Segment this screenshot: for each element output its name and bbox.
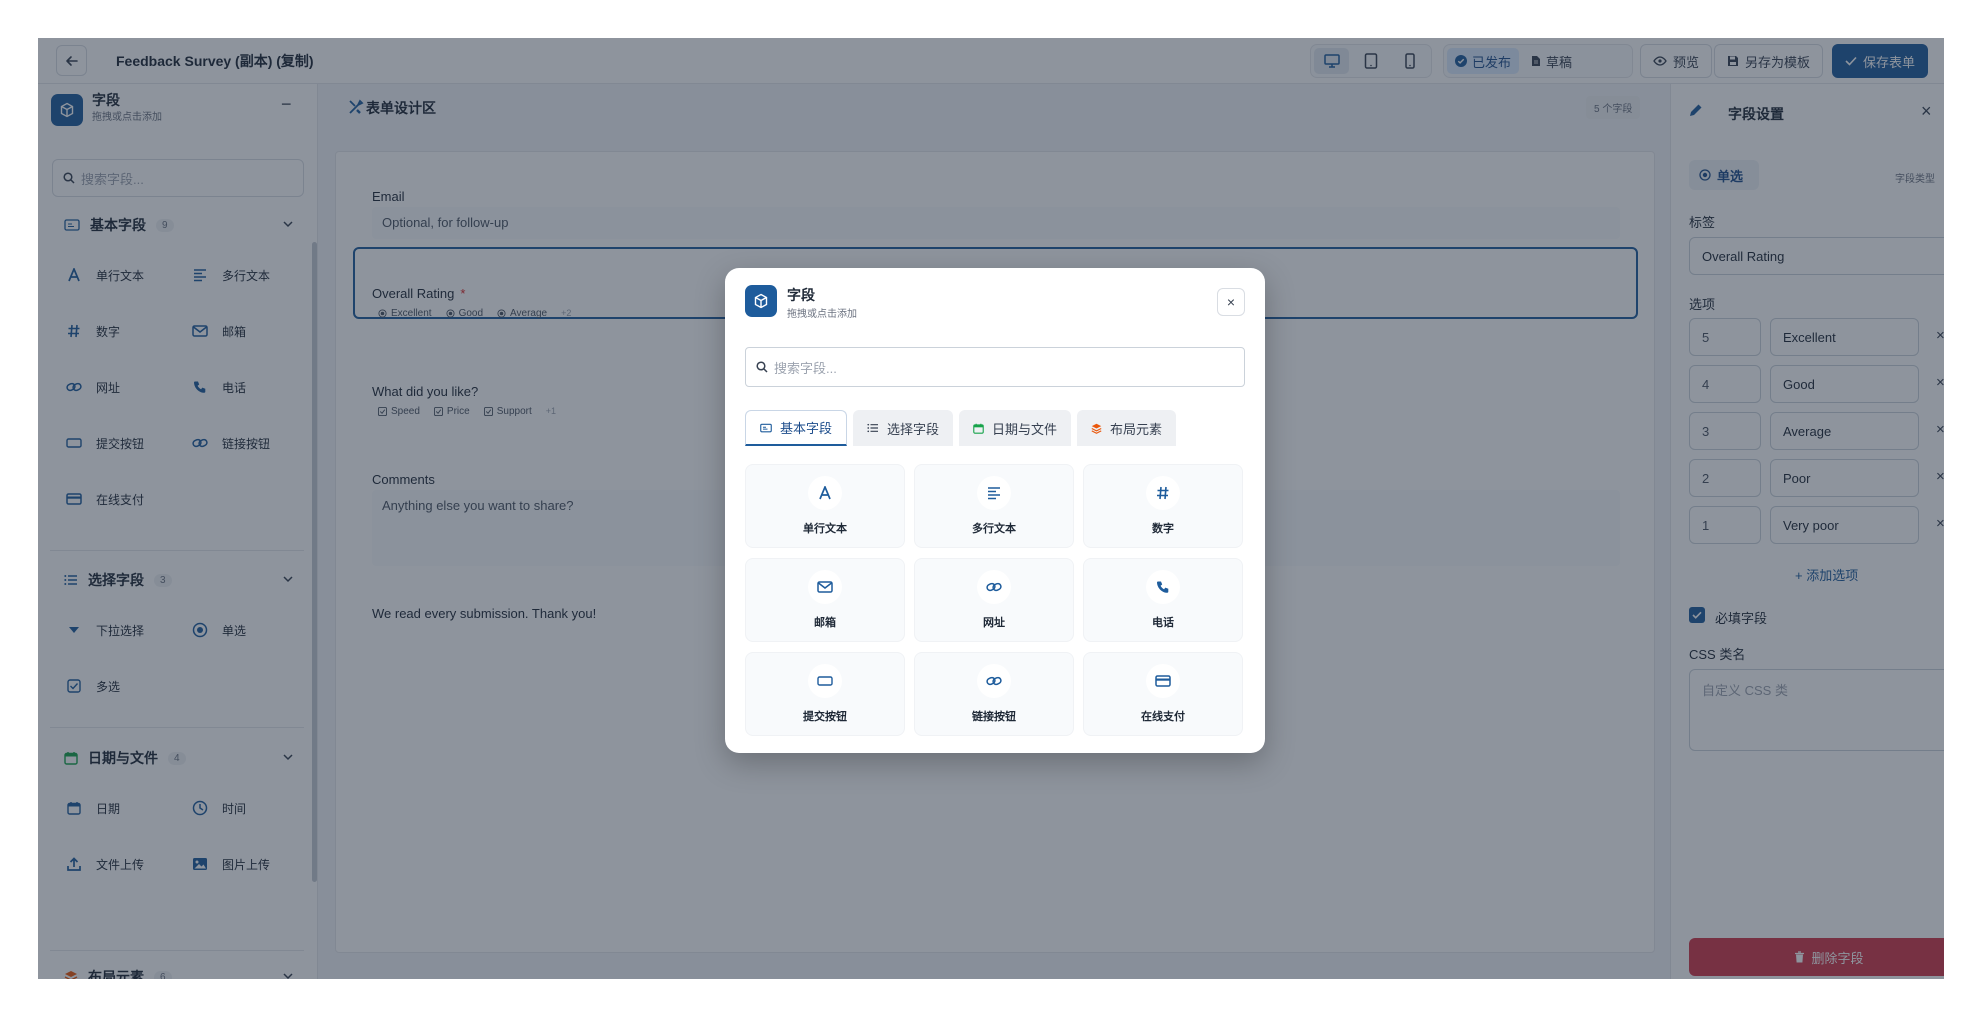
modal-item-label: 数字 <box>1152 523 1174 535</box>
modal-item-number[interactable]: 数字 <box>1083 464 1243 548</box>
tab-label: 布局元素 <box>1110 421 1163 437</box>
search-icon <box>756 361 768 373</box>
modal-field-grid: 单行文本 多行文本 数字 邮箱 网址 电话 提交按钮 链接按钮 在线支付 <box>745 464 1243 736</box>
modal-subtitle: 拖拽或点击添加 <box>787 309 857 320</box>
modal-tabs: 基本字段 选择字段 日期与文件 布局元素 <box>745 410 1177 446</box>
modal-title: 字段 <box>787 287 815 303</box>
id-card-icon <box>760 423 772 432</box>
modal-item-single-line-text[interactable]: 单行文本 <box>745 464 905 548</box>
align-left-icon <box>977 476 1011 510</box>
tab-label: 日期与文件 <box>992 421 1058 437</box>
modal-item-label: 单行文本 <box>803 523 847 535</box>
modal-item-phone[interactable]: 电话 <box>1083 558 1243 642</box>
link-icon <box>977 664 1011 698</box>
tab-layout-elements[interactable]: 布局元素 <box>1077 410 1177 446</box>
modal-item-label: 多行文本 <box>972 523 1016 535</box>
field-picker-modal: 字段 拖拽或点击添加 × 搜索字段... 基本字段 选择字段 日期与文件 布局元… <box>725 268 1265 753</box>
modal-item-label: 提交按钮 <box>803 711 847 723</box>
modal-item-label: 邮箱 <box>814 617 836 629</box>
cube-icon <box>745 285 777 317</box>
tab-label: 基本字段 <box>780 421 833 436</box>
layers-icon <box>1091 423 1102 434</box>
tab-basic-fields[interactable]: 基本字段 <box>745 410 848 446</box>
modal-item-label: 网址 <box>983 617 1005 629</box>
close-modal-button[interactable]: × <box>1217 288 1245 316</box>
modal-item-online-payment[interactable]: 在线支付 <box>1083 652 1243 736</box>
button-icon <box>808 664 842 698</box>
modal-item-submit-button[interactable]: 提交按钮 <box>745 652 905 736</box>
modal-item-email[interactable]: 邮箱 <box>745 558 905 642</box>
modal-search-input[interactable]: 搜索字段... <box>745 347 1245 387</box>
modal-item-label: 链接按钮 <box>972 711 1016 723</box>
tab-label: 选择字段 <box>887 421 940 437</box>
phone-icon <box>1146 570 1180 604</box>
credit-card-icon <box>1146 664 1180 698</box>
link-icon <box>977 570 1011 604</box>
font-a-icon <box>808 476 842 510</box>
modal-search-placeholder: 搜索字段... <box>774 360 837 376</box>
envelope-icon <box>808 570 842 604</box>
list-icon <box>867 423 879 433</box>
tab-choice-fields[interactable]: 选择字段 <box>853 410 954 446</box>
calendar-icon <box>973 423 984 434</box>
form-builder-app: Feedback Survey (副本) (复制) 已发布 草稿 <box>38 38 1944 979</box>
modal-item-url[interactable]: 网址 <box>914 558 1074 642</box>
modal-item-multi-line-text[interactable]: 多行文本 <box>914 464 1074 548</box>
hashtag-icon <box>1146 476 1180 510</box>
modal-item-label: 电话 <box>1152 617 1174 629</box>
modal-item-label: 在线支付 <box>1141 711 1185 723</box>
modal-item-link-button[interactable]: 链接按钮 <box>914 652 1074 736</box>
tab-date-file[interactable]: 日期与文件 <box>959 410 1072 446</box>
